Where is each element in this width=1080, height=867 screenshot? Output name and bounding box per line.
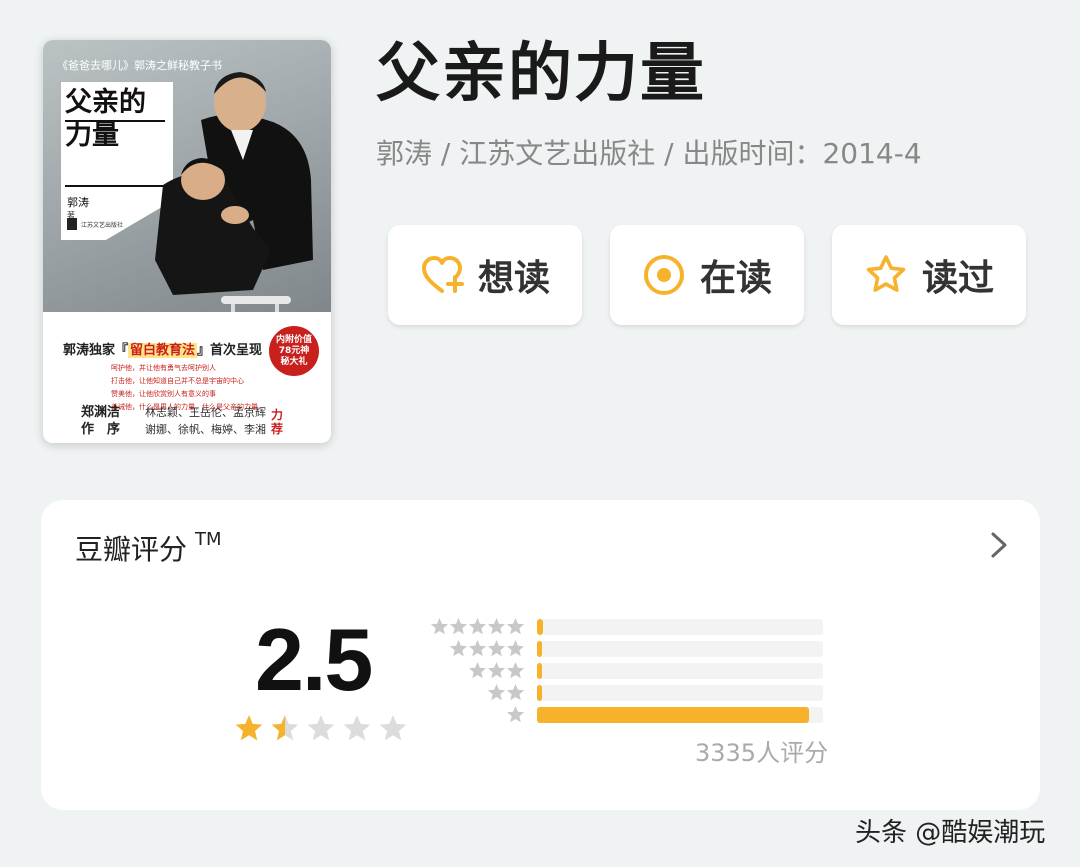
rating-star: [271, 715, 299, 741]
distribution-track: [537, 707, 823, 723]
cover-foreword: 郑渊洁 作 序: [81, 404, 120, 438]
distribution-row: [421, 662, 881, 679]
cover-recommenders: 林志颖、王岳伦、孟京辉 谢娜、徐帆、梅婷、李湘: [145, 404, 266, 438]
cover-badge-text: 内附价值78元神秘大礼: [275, 334, 312, 367]
cover-foreword-name: 郑渊洁: [81, 405, 121, 420]
trademark-mark: TM: [195, 529, 222, 550]
distribution-star: [506, 618, 525, 635]
rating-star: [343, 715, 371, 741]
rating-score: 2.5: [255, 610, 373, 709]
distribution-track: [537, 619, 823, 635]
cover-tagline: 打击他，让他知道自己并不总是宇宙的中心: [111, 377, 244, 385]
distribution-fill: [537, 707, 809, 723]
distribution-star: [449, 618, 468, 635]
distribution-track: [537, 663, 823, 679]
cover-recommend-label: 力荐: [271, 408, 284, 436]
distribution-stars: [430, 618, 525, 635]
distribution-star: [430, 618, 449, 635]
cover-slogan-prefix: 郭涛独家『: [63, 343, 129, 358]
rating-stars: [235, 715, 407, 741]
distribution-row: [421, 684, 881, 701]
distribution-star: [468, 618, 487, 635]
want-to-read-label: 想读: [477, 258, 550, 299]
cover-photo: 《爸爸去哪儿》郭涛之鲜秘教子书 父亲的力量 郭涛 著 江苏文艺出版社: [43, 40, 331, 312]
distribution-star: [487, 684, 506, 701]
cover-slogan: 郭涛独家『 留白教育法 』首次呈现: [63, 339, 262, 358]
distribution-star: [506, 640, 525, 657]
distribution-fill: [537, 641, 542, 657]
rating-card: 豆瓣评分 TM 2.5 3335人评分: [41, 500, 1040, 810]
distribution-star: [487, 640, 506, 657]
have-read-button[interactable]: 读过: [832, 225, 1026, 325]
distribution-star: [506, 706, 525, 723]
cover-recommenders-line: 林志颖、王岳伦、孟京辉: [145, 406, 266, 419]
distribution-row: [421, 706, 881, 723]
cover-foreword-label: 作 序: [81, 422, 121, 437]
distribution-star: [506, 684, 525, 701]
cover-author: 郭涛: [67, 196, 89, 209]
rating-star: [307, 715, 335, 741]
distribution-fill: [537, 685, 542, 701]
distribution-track: [537, 641, 823, 657]
distribution-track: [537, 685, 823, 701]
cover-tagline: 呵护他，并让他有勇气去呵护别人: [111, 364, 216, 372]
distribution-star: [449, 640, 468, 657]
book-meta: 郭涛 / 江苏文艺出版社 / 出版时间：2014-4: [376, 137, 922, 170]
cover-bottom-panel: 郭涛独家『 留白教育法 』首次呈现 内附价值78元神秘大礼 呵护他，并让他有勇气去呵…: [43, 312, 331, 443]
have-read-label: 读过: [921, 258, 994, 299]
distribution-row: [421, 640, 881, 657]
cover-slogan-suffix: 』首次呈现: [197, 343, 263, 358]
want-to-read-button[interactable]: 想读: [388, 225, 582, 325]
rating-star: [235, 715, 263, 741]
watermark: 头条 @酷娱潮玩: [855, 818, 1046, 848]
rating-heading-text: 豆瓣评分: [75, 533, 188, 566]
chevron-right-icon[interactable]: [988, 530, 1010, 560]
target-circle-icon: [643, 255, 684, 295]
reading-label: 在读: [699, 258, 772, 299]
distribution-star: [487, 662, 506, 679]
distribution-fill: [537, 619, 543, 635]
reading-button[interactable]: 在读: [610, 225, 804, 325]
cover-slogan-highlight: 留白教育法: [128, 343, 198, 358]
rating-count: 3335人评分: [695, 739, 829, 767]
star-outline-icon: [866, 255, 906, 292]
distribution-star: [506, 662, 525, 679]
distribution-stars: [449, 640, 525, 657]
rating-star: [379, 715, 407, 741]
father-son-illustration: [155, 72, 313, 312]
distribution-stars: [468, 662, 525, 679]
cover-gift-badge: 内附价值78元神秘大礼: [269, 326, 319, 376]
distribution-stars: [506, 706, 525, 723]
distribution-star: [487, 618, 506, 635]
cover-recommenders-line: 谢娜、徐帆、梅婷、李湘: [145, 423, 266, 436]
book-cover[interactable]: 《爸爸去哪儿》郭涛之鲜秘教子书 父亲的力量 郭涛 著 江苏文艺出版社 郭涛独家『…: [43, 40, 331, 443]
distribution-star: [468, 640, 487, 657]
rating-heading: 豆瓣评分 TM: [75, 528, 222, 568]
publisher-logo-icon: [67, 218, 77, 230]
book-title: 父亲的力量: [376, 37, 706, 111]
distribution-fill: [537, 663, 542, 679]
distribution-row: [421, 618, 881, 635]
distribution-stars: [487, 684, 525, 701]
heart-plus-icon: [421, 256, 464, 293]
distribution-star: [468, 662, 487, 679]
cover-tagline: 赞美他，让他欣赏别人有意义的事: [111, 390, 216, 398]
